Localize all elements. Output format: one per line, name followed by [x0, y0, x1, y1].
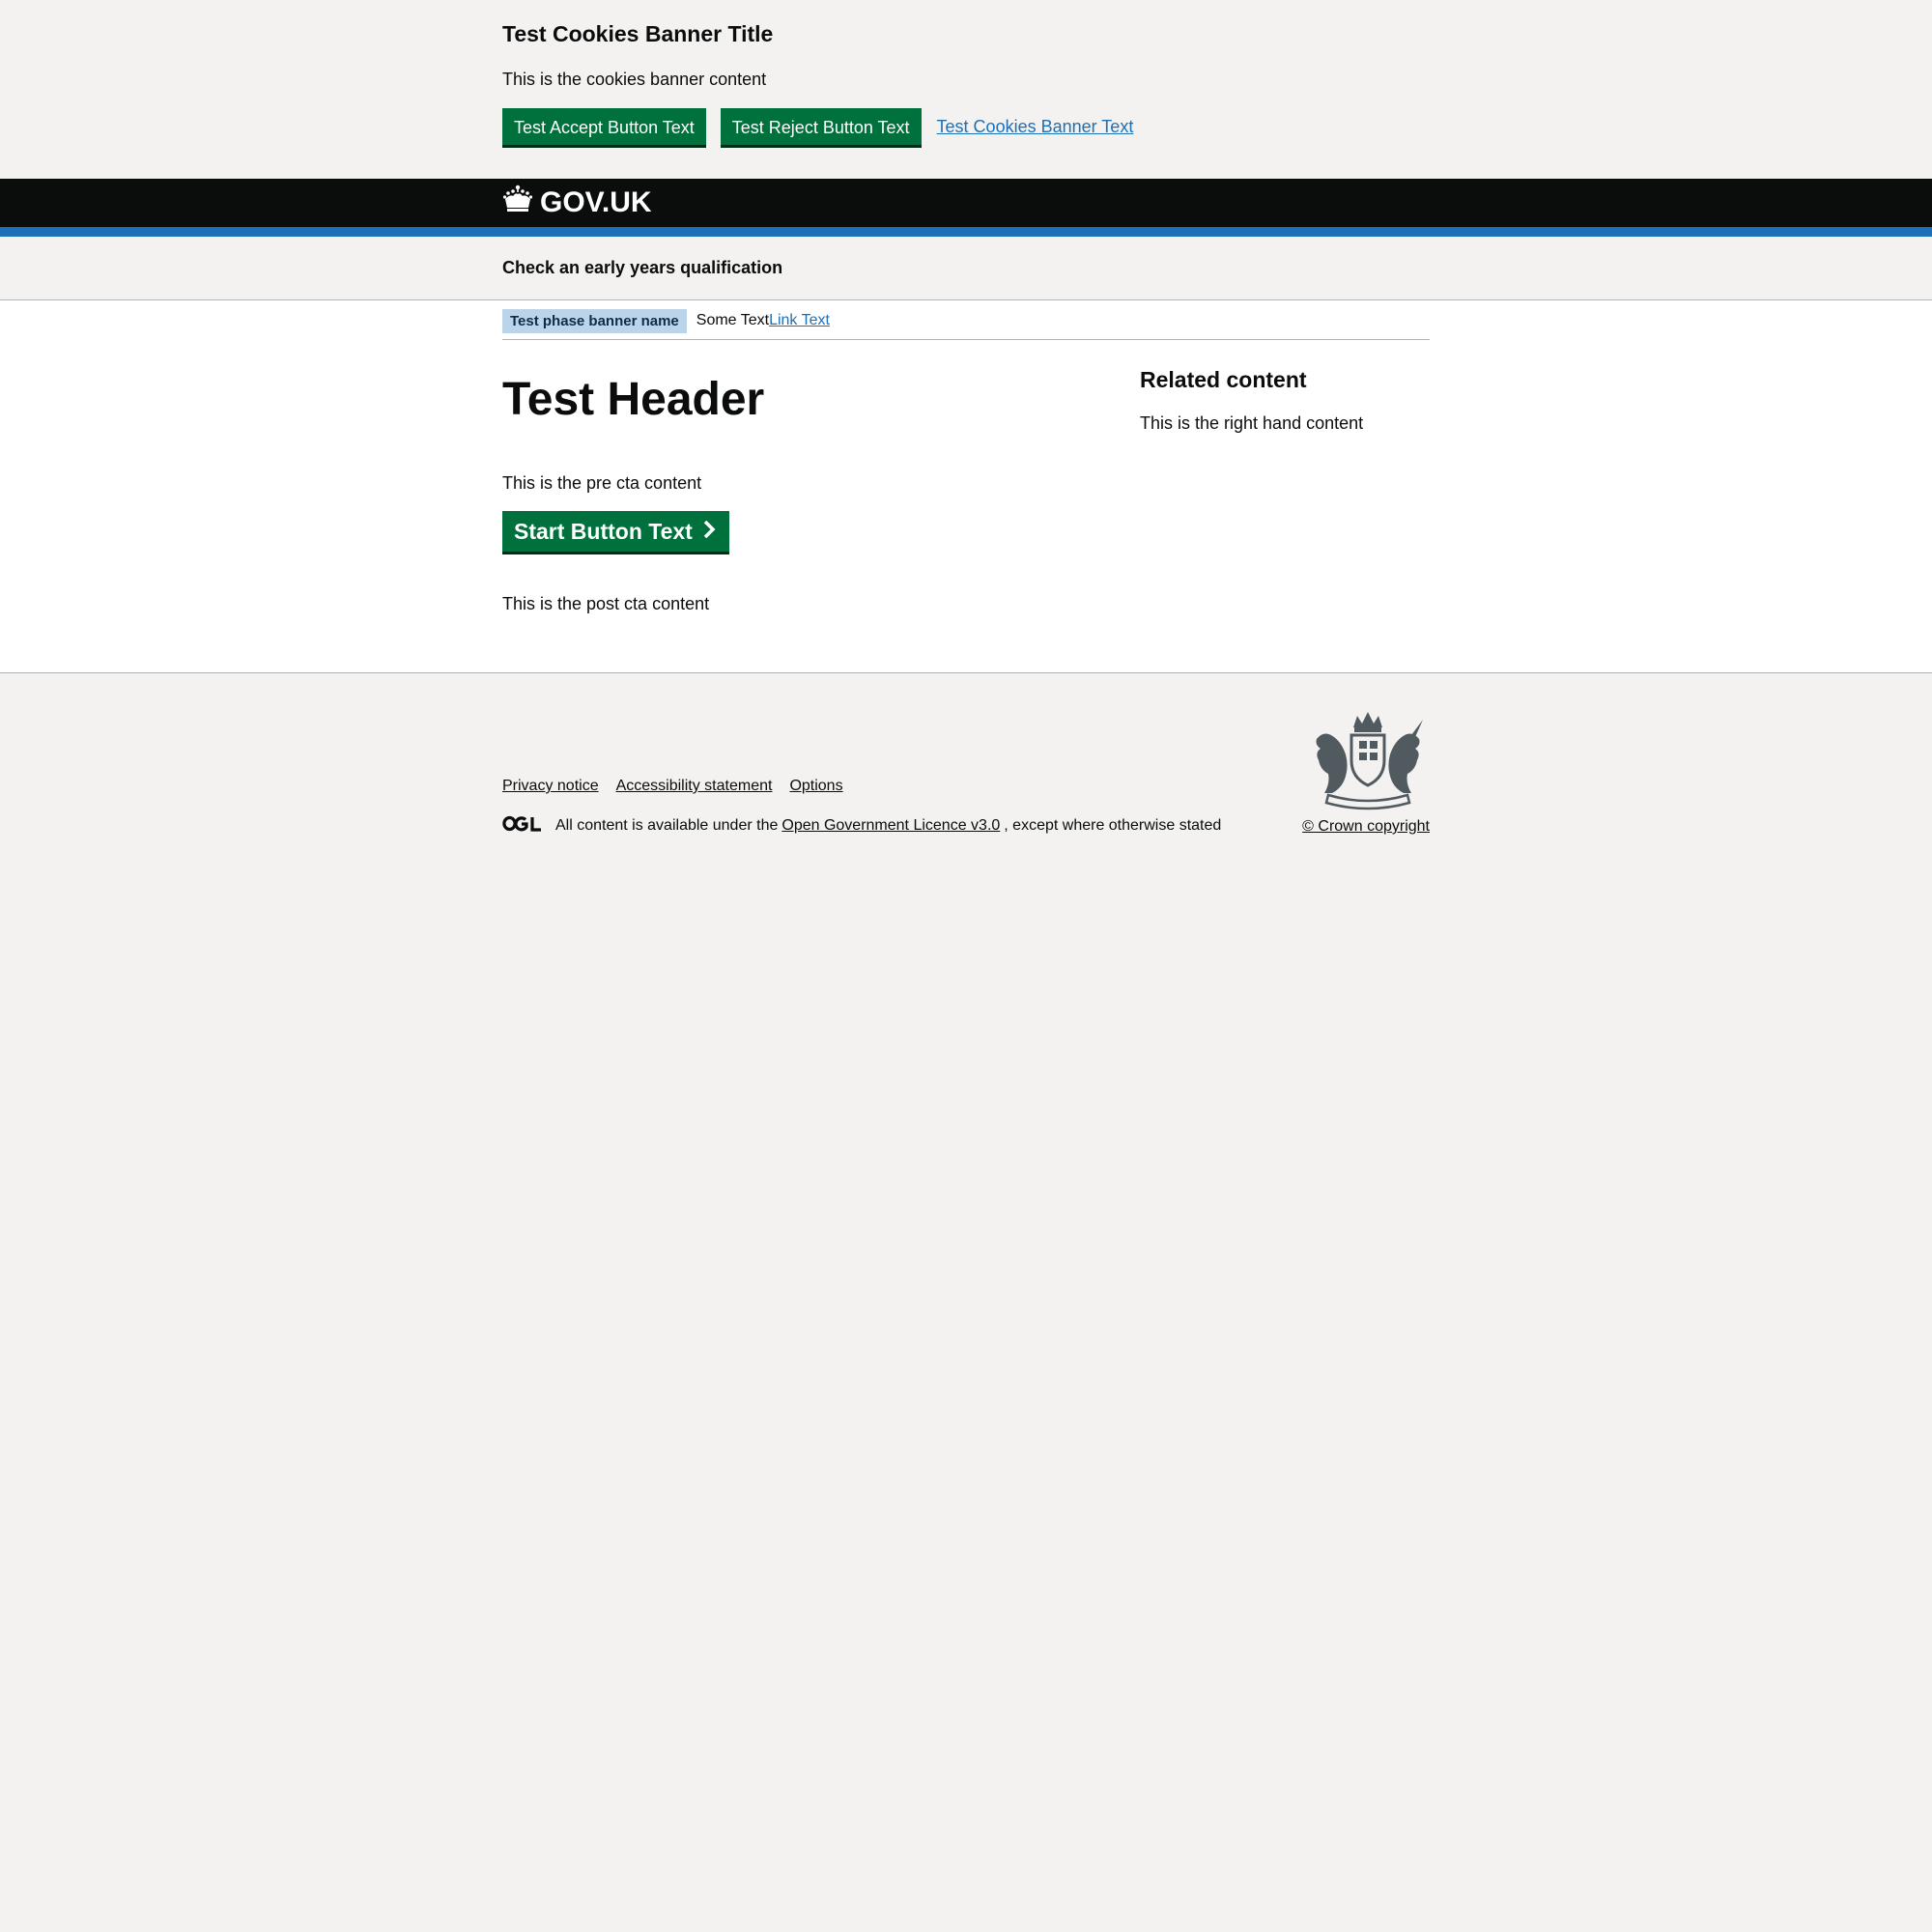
post-cta-content: This is the post cta content [502, 594, 710, 613]
govuk-logo-link[interactable]: GOV.UK [502, 185, 652, 221]
reject-cookies-button[interactable]: Test Reject Button Text [720, 108, 922, 145]
crown-copyright-link[interactable]: © Crown copyright [1302, 818, 1430, 836]
licence-prefix: All content is available under the [555, 817, 779, 834]
related-content-title: Related content [1140, 367, 1307, 392]
royal-coat-of-arms-icon [1311, 710, 1425, 815]
footer-link-options[interactable]: Options [789, 778, 842, 795]
pre-cta-content: This is the pre cta content [502, 473, 702, 493]
govuk-logo-text: GOV.UK [540, 186, 652, 218]
service-name-link[interactable]: Check an early years qualification [502, 258, 782, 277]
phase-banner: Test phase banner name Some Text Link Tex… [502, 300, 1430, 340]
cookie-banner-title: Test Cookies Banner Title [502, 21, 774, 46]
main-content-area: Test phase banner name Some Text Link Tex… [0, 300, 1932, 673]
accept-cookies-button[interactable]: Test Accept Button Text [502, 108, 706, 145]
service-navigation: Check an early years qualification [0, 237, 1932, 300]
govuk-header: GOV.UK [0, 179, 1932, 237]
cookie-banner-actions: Test Accept Button Text Test Reject Butt… [502, 108, 1430, 145]
phase-tag: Test phase banner name [502, 308, 687, 333]
footer-links: Privacy notice Accessibility statement O… [502, 778, 861, 795]
ogl-logo-icon [502, 815, 542, 837]
phase-banner-link[interactable]: Link Text [769, 312, 830, 329]
chevron-right-icon [693, 519, 718, 545]
phase-banner-text: Some Text [696, 312, 770, 328]
start-button-label: Start Button Text [514, 518, 693, 544]
govuk-footer: Privacy notice Accessibility statement O… [0, 673, 1932, 847]
footer-link-privacy[interactable]: Privacy notice [502, 778, 599, 795]
main-column: Test Header This is the pre cta content … [502, 374, 1140, 617]
open-government-licence-link[interactable]: Open Government Licence v3.0 [781, 817, 1000, 835]
cookies-banner-link[interactable]: Test Cookies Banner Text [937, 117, 1134, 137]
related-content: Related content This is the right hand c… [1140, 367, 1430, 617]
licence-statement: All content is available under the Open … [502, 815, 1221, 837]
start-button[interactable]: Start Button Text [502, 511, 729, 552]
licence-suffix: , except where otherwise stated [1004, 817, 1222, 834]
cookie-banner-content: This is the cookies banner content [502, 70, 767, 89]
content-row: Test Header This is the pre cta content … [502, 340, 1430, 617]
cookie-banner: Test Cookies Banner Title This is the co… [0, 0, 1932, 179]
page-title: Test Header [502, 374, 765, 425]
footer-link-accessibility[interactable]: Accessibility statement [616, 778, 773, 795]
crown-icon [502, 185, 540, 221]
related-content-text: This is the right hand content [1140, 413, 1364, 433]
